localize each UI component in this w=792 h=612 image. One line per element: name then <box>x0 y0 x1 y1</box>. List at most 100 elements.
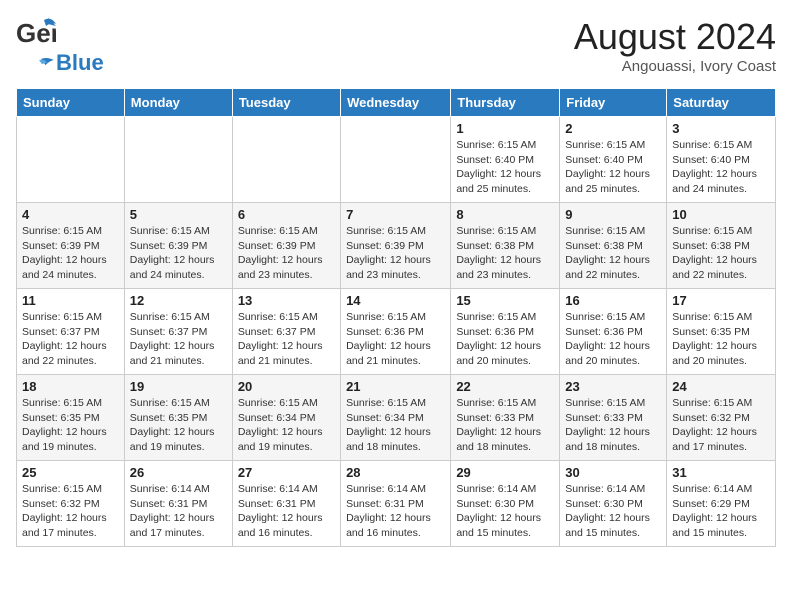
day-number: 9 <box>565 207 661 222</box>
day-info: Sunrise: 6:15 AM Sunset: 6:33 PM Dayligh… <box>565 396 661 455</box>
day-number: 29 <box>456 465 554 480</box>
day-number: 24 <box>672 379 770 394</box>
day-info: Sunrise: 6:14 AM Sunset: 6:29 PM Dayligh… <box>672 482 770 541</box>
day-info: Sunrise: 6:15 AM Sunset: 6:33 PM Dayligh… <box>456 396 554 455</box>
day-info: Sunrise: 6:14 AM Sunset: 6:31 PM Dayligh… <box>238 482 335 541</box>
calendar-cell: 11 Sunrise: 6:15 AM Sunset: 6:37 PM Dayli… <box>17 289 125 375</box>
calendar-cell: 7Sunrise: 6:15 AM Sunset: 6:39 PM Daylig… <box>341 203 451 289</box>
calendar-cell <box>341 117 451 203</box>
day-info: Sunrise: 6:15 AM Sunset: 6:37 PM Dayligh… <box>238 310 335 369</box>
calendar-cell: 9 Sunrise: 6:15 AM Sunset: 6:38 PM Daylig… <box>560 203 667 289</box>
day-number: 4 <box>22 207 119 222</box>
day-info: Sunrise: 6:15 AM Sunset: 6:40 PM Dayligh… <box>672 138 770 197</box>
week-row-4: 18Sunrise: 6:15 AM Sunset: 6:35 PM Dayli… <box>17 375 776 461</box>
calendar-cell: 15Sunrise: 6:15 AM Sunset: 6:36 PM Dayli… <box>451 289 560 375</box>
calendar-cell: 26Sunrise: 6:14 AM Sunset: 6:31 PM Dayli… <box>124 461 232 547</box>
calendar-cell: 22 Sunrise: 6:15 AM Sunset: 6:33 PM Dayli… <box>451 375 560 461</box>
calendar-cell: 4 Sunrise: 6:15 AM Sunset: 6:39 PM Daylig… <box>17 203 125 289</box>
day-number: 11 <box>22 293 119 308</box>
day-info: Sunrise: 6:15 AM Sunset: 6:32 PM Dayligh… <box>22 482 119 541</box>
calendar-header: SundayMondayTuesdayWednesdayThursdayFrid… <box>17 89 776 117</box>
calendar-cell: 1Sunrise: 6:15 AM Sunset: 6:40 PM Daylig… <box>451 117 560 203</box>
day-number: 23 <box>565 379 661 394</box>
day-info: Sunrise: 6:15 AM Sunset: 6:37 PM Dayligh… <box>22 310 119 369</box>
logo-icon: General <box>16 16 56 52</box>
day-number: 16 <box>565 293 661 308</box>
subtitle: Angouassi, Ivory Coast <box>574 58 776 75</box>
day-info: Sunrise: 6:15 AM Sunset: 6:36 PM Dayligh… <box>346 310 445 369</box>
calendar-cell: 31Sunrise: 6:14 AM Sunset: 6:29 PM Dayli… <box>667 461 776 547</box>
week-row-1: 1 Sunrise: 6:15 AM Sunset: 6:40 PM Daylig… <box>17 117 776 203</box>
calendar-cell <box>232 117 340 203</box>
day-number: 20 <box>238 379 335 394</box>
calendar-cell: 12Sunrise: 6:15 AM Sunset: 6:37 PM Dayli… <box>124 289 232 375</box>
day-info: Sunrise: 6:15 AM Sunset: 6:39 PM Dayligh… <box>22 224 119 283</box>
header-sunday: Sunday <box>17 89 125 117</box>
day-info: Sunrise: 6:15 AM Sunset: 6:38 PM Dayligh… <box>456 224 554 283</box>
day-info: Sunrise: 6:15 AM Sunset: 6:38 PM Dayligh… <box>672 224 770 283</box>
day-number: 19 <box>130 379 227 394</box>
calendar-cell: 21 Sunrise: 6:15 AM Sunset: 6:34 PM Dayli… <box>341 375 451 461</box>
day-number: 5 <box>130 207 227 222</box>
day-info: Sunrise: 6:15 AM Sunset: 6:39 PM Dayligh… <box>238 224 335 283</box>
day-number: 25 <box>22 465 119 480</box>
calendar-cell: 10Sunrise: 6:15 AM Sunset: 6:38 PM Dayli… <box>667 203 776 289</box>
calendar-cell: 17Sunrise: 6:15 AM Sunset: 6:35 PM Dayli… <box>667 289 776 375</box>
calendar-cell: 20 Sunrise: 6:15 AM Sunset: 6:34 PM Dayli… <box>232 375 340 461</box>
header-tuesday: Tuesday <box>232 89 340 117</box>
day-number: 30 <box>565 465 661 480</box>
main-title: August 2024 <box>574 16 776 58</box>
day-info: Sunrise: 6:15 AM Sunset: 6:36 PM Dayligh… <box>565 310 661 369</box>
header-row: SundayMondayTuesdayWednesdayThursdayFrid… <box>17 89 776 117</box>
calendar-cell <box>17 117 125 203</box>
day-number: 8 <box>456 207 554 222</box>
calendar-cell: 24 Sunrise: 6:15 AM Sunset: 6:32 PM Dayli… <box>667 375 776 461</box>
week-row-3: 11 Sunrise: 6:15 AM Sunset: 6:37 PM Dayli… <box>17 289 776 375</box>
calendar-cell: 29 Sunrise: 6:14 AM Sunset: 6:30 PM Dayli… <box>451 461 560 547</box>
logo-bird-icon <box>16 54 58 72</box>
day-number: 6 <box>238 207 335 222</box>
day-number: 21 <box>346 379 445 394</box>
day-number: 28 <box>346 465 445 480</box>
calendar-cell: 19 Sunrise: 6:15 AM Sunset: 6:35 PM Dayli… <box>124 375 232 461</box>
calendar-cell: 3 Sunrise: 6:15 AM Sunset: 6:40 PM Daylig… <box>667 117 776 203</box>
day-number: 17 <box>672 293 770 308</box>
calendar-cell: 8 Sunrise: 6:15 AM Sunset: 6:38 PM Daylig… <box>451 203 560 289</box>
day-info: Sunrise: 6:15 AM Sunset: 6:39 PM Dayligh… <box>130 224 227 283</box>
header-saturday: Saturday <box>667 89 776 117</box>
calendar-cell: 23 Sunrise: 6:15 AM Sunset: 6:33 PM Dayli… <box>560 375 667 461</box>
calendar-cell: 30 Sunrise: 6:14 AM Sunset: 6:30 PM Dayli… <box>560 461 667 547</box>
day-info: Sunrise: 6:14 AM Sunset: 6:31 PM Dayligh… <box>346 482 445 541</box>
day-number: 22 <box>456 379 554 394</box>
day-number: 13 <box>238 293 335 308</box>
title-area: August 2024 Angouassi, Ivory Coast <box>574 16 776 75</box>
day-info: Sunrise: 6:15 AM Sunset: 6:32 PM Dayligh… <box>672 396 770 455</box>
calendar-body: 1 Sunrise: 6:15 AM Sunset: 6:40 PM Daylig… <box>17 117 776 547</box>
logo-blue-text: Blue <box>56 50 104 76</box>
day-number: 14 <box>346 293 445 308</box>
day-info: Sunrise: 6:14 AM Sunset: 6:31 PM Dayligh… <box>130 482 227 541</box>
day-info: Sunrise: 6:15 AM Sunset: 6:34 PM Dayligh… <box>346 396 445 455</box>
calendar-cell: 18Sunrise: 6:15 AM Sunset: 6:35 PM Dayli… <box>17 375 125 461</box>
header-wednesday: Wednesday <box>341 89 451 117</box>
day-info: Sunrise: 6:15 AM Sunset: 6:37 PM Dayligh… <box>130 310 227 369</box>
calendar-cell: 25 Sunrise: 6:15 AM Sunset: 6:32 PM Dayli… <box>17 461 125 547</box>
calendar-cell: 27 Sunrise: 6:14 AM Sunset: 6:31 PM Dayli… <box>232 461 340 547</box>
day-number: 27 <box>238 465 335 480</box>
day-info: Sunrise: 6:14 AM Sunset: 6:30 PM Dayligh… <box>565 482 661 541</box>
day-info: Sunrise: 6:15 AM Sunset: 6:35 PM Dayligh… <box>130 396 227 455</box>
day-number: 1 <box>456 121 554 136</box>
day-info: Sunrise: 6:15 AM Sunset: 6:40 PM Dayligh… <box>565 138 661 197</box>
day-number: 3 <box>672 121 770 136</box>
day-info: Sunrise: 6:15 AM Sunset: 6:34 PM Dayligh… <box>238 396 335 455</box>
page-header: General Blue August 2024 Angouassi, Ivor… <box>16 16 776 76</box>
logo: General Blue <box>16 16 104 76</box>
day-info: Sunrise: 6:15 AM Sunset: 6:38 PM Dayligh… <box>565 224 661 283</box>
header-friday: Friday <box>560 89 667 117</box>
week-row-2: 4 Sunrise: 6:15 AM Sunset: 6:39 PM Daylig… <box>17 203 776 289</box>
calendar-cell: 14 Sunrise: 6:15 AM Sunset: 6:36 PM Dayli… <box>341 289 451 375</box>
calendar-cell: 28 Sunrise: 6:14 AM Sunset: 6:31 PM Dayli… <box>341 461 451 547</box>
calendar-cell: 16 Sunrise: 6:15 AM Sunset: 6:36 PM Dayli… <box>560 289 667 375</box>
calendar-cell: 2Sunrise: 6:15 AM Sunset: 6:40 PM Daylig… <box>560 117 667 203</box>
day-info: Sunrise: 6:14 AM Sunset: 6:30 PM Dayligh… <box>456 482 554 541</box>
